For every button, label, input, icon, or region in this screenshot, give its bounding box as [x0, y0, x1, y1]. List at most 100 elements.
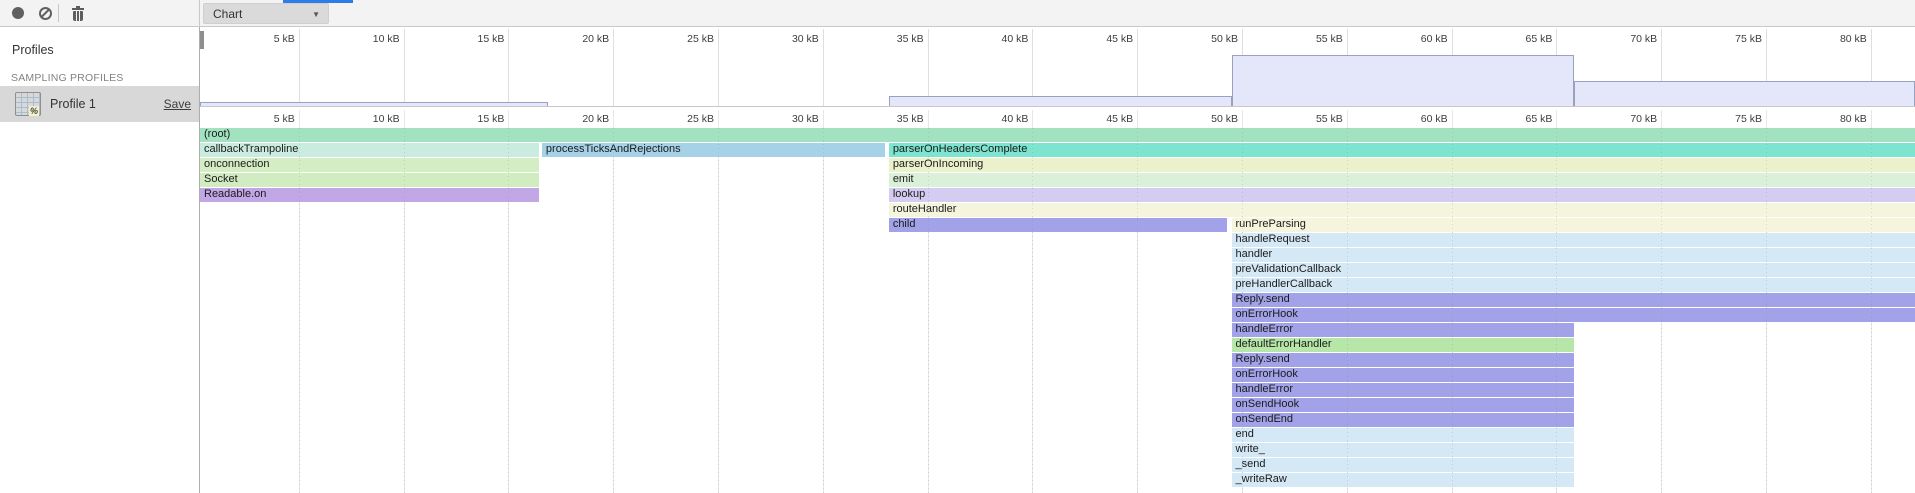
chart-gridline-dotted [823, 128, 824, 493]
flame-bar[interactable]: preHandlerCallback [1232, 278, 1915, 292]
overview-axis-tick-label: 15 kB [424, 33, 504, 45]
overview-gridline [1032, 29, 1033, 106]
chart-axis-tick-label: 45 kB [1053, 113, 1133, 125]
clear-all-profiles-button[interactable] [32, 0, 58, 26]
overview-gridline [823, 29, 824, 106]
overview-axis-tick-label: 75 kB [1682, 33, 1762, 45]
overview-axis-tick-label: 20 kB [529, 33, 609, 45]
flame-bar[interactable]: routeHandler [889, 203, 1915, 217]
chart-axis-tick-label: 80 kB [1787, 113, 1867, 125]
flame-bar[interactable]: write_ [1232, 443, 1575, 457]
flame-bar[interactable]: parserOnHeadersComplete [889, 143, 1915, 157]
delete-profile-button[interactable] [65, 0, 91, 26]
chart-gridline-dotted [718, 128, 719, 493]
flame-bar[interactable]: processTicksAndRejections [542, 143, 885, 157]
flame-bar[interactable]: defaultErrorHandler [1232, 338, 1575, 352]
flame-bar[interactable]: _send [1232, 458, 1575, 472]
chart-axis-tick-label: 65 kB [1472, 113, 1552, 125]
chart-gridline-dotted [508, 128, 509, 493]
chevron-down-icon: ▼ [312, 10, 320, 19]
toolbar: Chart ▼ [0, 0, 1915, 27]
flame-bar[interactable]: handleError [1232, 323, 1575, 337]
toolbar-separator [58, 4, 59, 22]
chart-gridline-dotted [404, 128, 405, 493]
overview-allocation-step[interactable] [1232, 55, 1575, 106]
flame-bar[interactable]: callbackTrampoline [200, 143, 539, 157]
flame-bar[interactable]: handler [1232, 248, 1915, 262]
chart-axis-tick-label: 35 kB [844, 113, 924, 125]
overview-axis-tick-label: 30 kB [739, 33, 819, 45]
flame-bar[interactable]: Reply.send [1232, 293, 1915, 307]
save-profile-link[interactable]: Save [164, 97, 191, 111]
chart-axis-tick-label: 55 kB [1263, 113, 1343, 125]
overview-axis-tick-label: 60 kB [1368, 33, 1448, 45]
chart-axis-tick-label: 70 kB [1577, 113, 1657, 125]
flame-bar[interactable]: (root) [200, 128, 1915, 142]
overview-axis-tick-label: 65 kB [1472, 33, 1552, 45]
overview-allocation-step[interactable] [889, 96, 1232, 106]
overview-axis-tick-label: 40 kB [948, 33, 1028, 45]
overview-gridline [613, 29, 614, 106]
flame-bar[interactable]: emit [889, 173, 1915, 187]
flame-bar[interactable]: _writeRaw [1232, 473, 1575, 487]
chart-gridline-dotted [299, 128, 300, 493]
overview-axis-tick-label: 10 kB [320, 33, 400, 45]
profile-item[interactable]: % Profile 1 Save [0, 86, 199, 122]
overview-divider [200, 106, 1915, 107]
profile-item-label: Profile 1 [50, 97, 164, 111]
overview-allocation-step[interactable] [1574, 81, 1915, 106]
chart-axis-tick-label: 40 kB [948, 113, 1028, 125]
overview-axis-tick-label: 80 kB [1787, 33, 1867, 45]
overview-axis-tick-label: 45 kB [1053, 33, 1133, 45]
chart-axis-tick-label: 10 kB [320, 113, 400, 125]
flame-bar[interactable]: onSendEnd [1232, 413, 1575, 427]
chart-gridline-dotted [928, 128, 929, 493]
flame-bar[interactable]: handleRequest [1232, 233, 1915, 247]
record-icon [12, 7, 24, 19]
vertical-scrollbar-thumb[interactable] [200, 31, 204, 49]
overview-gridline [928, 29, 929, 106]
profiler-app: Chart ▼ Profiles SAMPLING PROFILES % Pro… [0, 0, 1915, 493]
chart-view-select[interactable]: Chart ▼ [203, 3, 329, 24]
flame-bar[interactable]: child [889, 218, 1228, 232]
overview-gridline [718, 29, 719, 106]
chart-gridline-dotted [1661, 128, 1662, 493]
overview-axis-tick-label: 50 kB [1158, 33, 1238, 45]
flame-bar[interactable]: onSendHook [1232, 398, 1575, 412]
flame-bar[interactable]: onconnection [200, 158, 539, 172]
overview-axis-tick-label: 25 kB [634, 33, 714, 45]
record-button[interactable] [5, 0, 31, 26]
flame-bar[interactable]: handleError [1232, 383, 1575, 397]
chart-axis-tick-label: 20 kB [529, 113, 609, 125]
chart-gridline-dotted [1242, 128, 1243, 493]
active-tab-indicator [283, 0, 353, 3]
chart-axis-tick-label: 60 kB [1368, 113, 1448, 125]
overview-axis-tick-label: 35 kB [844, 33, 924, 45]
flame-bar[interactable]: onErrorHook [1232, 308, 1915, 322]
chart-axis-tick-label: 30 kB [739, 113, 819, 125]
flame-bar[interactable]: runPreParsing [1232, 218, 1915, 232]
flame-bar[interactable]: Socket [200, 173, 539, 187]
flame-bar[interactable]: Readable.on [200, 188, 539, 202]
overview-gridline [1137, 29, 1138, 106]
flame-bar[interactable]: preValidationCallback [1232, 263, 1915, 277]
flame-bar[interactable]: onErrorHook [1232, 368, 1575, 382]
sidebar: Profiles SAMPLING PROFILES % Profile 1 S… [0, 27, 200, 493]
chart-axis-tick-label: 75 kB [1682, 113, 1762, 125]
chart-gridline-dotted [1871, 128, 1872, 493]
flame-bar[interactable]: end [1232, 428, 1575, 442]
flame-bar[interactable]: lookup [889, 188, 1915, 202]
overview-gridline [299, 29, 300, 106]
chart-view-select-value: Chart [213, 7, 242, 21]
profiles-heading: Profiles [12, 43, 54, 57]
overview-gridline [508, 29, 509, 106]
chart-gridline-dotted [1137, 128, 1138, 493]
overview-axis-tick-label: 70 kB [1577, 33, 1657, 45]
flame-bar[interactable]: parserOnIncoming [889, 158, 1915, 172]
flame-bar[interactable]: Reply.send [1232, 353, 1575, 367]
profile-icon-badge: % [29, 106, 39, 116]
chart-gridline-dotted [1556, 128, 1557, 493]
chart-gridline-dotted [613, 128, 614, 493]
profile-document-icon: % [15, 92, 41, 116]
clear-all-profiles-icon [39, 7, 52, 20]
